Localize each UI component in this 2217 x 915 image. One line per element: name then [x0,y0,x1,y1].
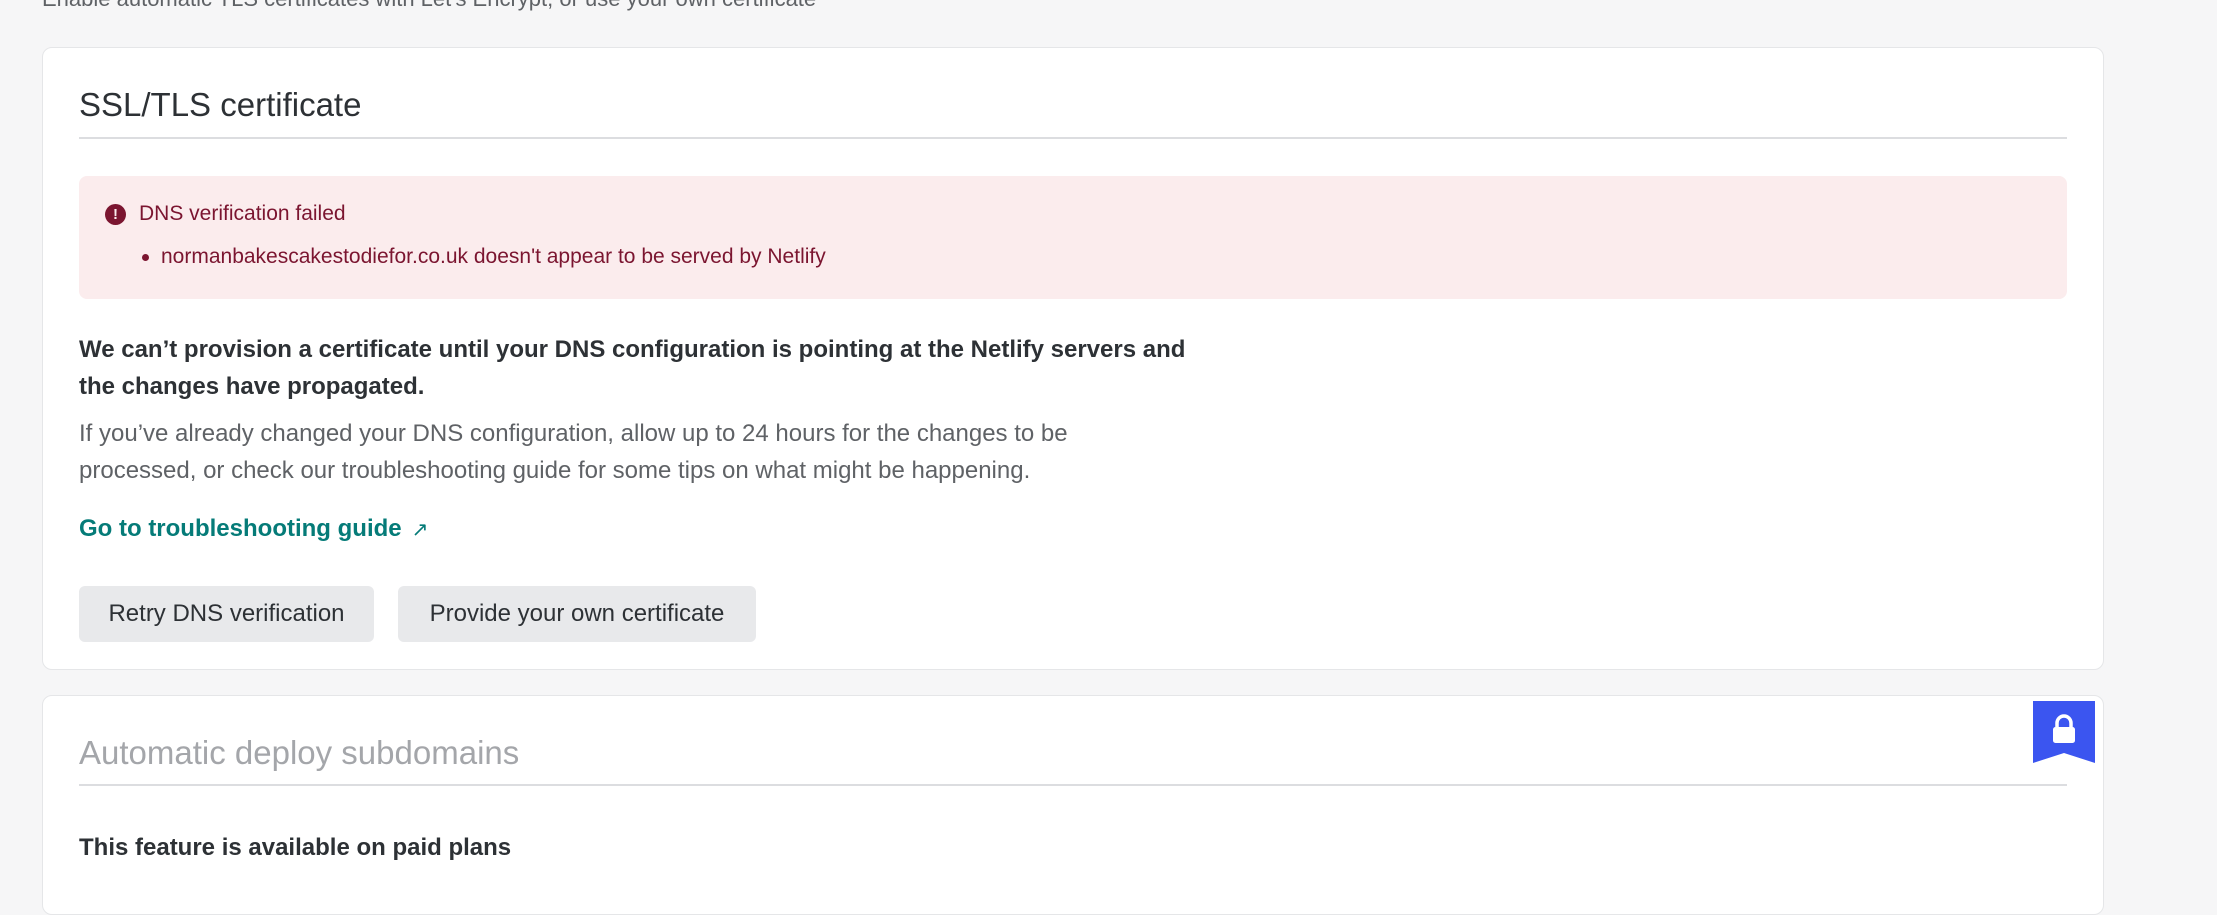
dns-error-alert: ! DNS verification failed normanbakescak… [79,176,2067,299]
external-link-icon: ↗ [411,519,429,541]
section-description: Enable automatic TLS certificates with L… [42,0,816,12]
troubleshooting-guide-link[interactable]: Go to troubleshooting guide ↗ [79,515,428,543]
lock-badge-graphic [2033,701,2095,763]
paid-plan-notice: This feature is available on paid plans [79,834,512,861]
provision-warning-text: We can’t provision a certificate until y… [79,336,1186,400]
exclamation-circle-icon: ! [105,204,126,225]
alert-item-text: normanbakescakestodiefor.co.uk doesn't a… [161,245,826,268]
bullet-icon [142,254,149,261]
lock-icon[interactable] [2033,701,2095,763]
retry-dns-verification-button[interactable]: Retry DNS verification [79,586,374,642]
subdomains-card-title: Automatic deploy subdomains [79,734,520,771]
ssl-card-title: SSL/TLS certificate [79,86,362,123]
troubleshooting-link-label: Go to troubleshooting guide [79,515,402,542]
alert-title: DNS verification failed [139,202,346,225]
ssl-tls-card: SSL/TLS certificate ! DNS verification f… [42,47,2104,670]
alert-list: normanbakescakestodiefor.co.uk doesn't a… [142,245,826,269]
ssl-card-divider [79,137,2067,139]
deploy-subdomains-card: Automatic deploy subdomains This feature… [42,695,2104,915]
provide-own-certificate-button[interactable]: Provide your own certificate [398,586,756,642]
dns-propagation-help-text: If you’ve already changed your DNS confi… [79,420,1068,484]
alert-list-item: normanbakescakestodiefor.co.uk doesn't a… [142,245,826,269]
subdomains-card-divider [79,784,2067,786]
